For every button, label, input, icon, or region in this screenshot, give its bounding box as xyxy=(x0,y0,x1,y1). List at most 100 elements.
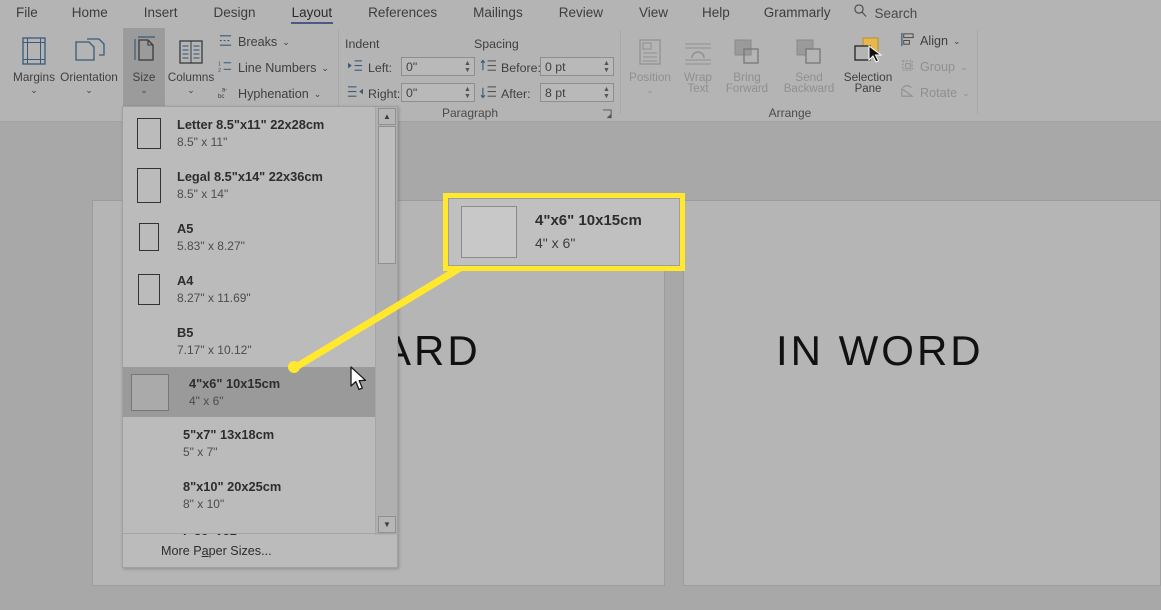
menu-item-title: 4"x6" 10x15cm xyxy=(189,376,280,392)
chevron-down-icon: ⌄ xyxy=(314,89,322,100)
scrollbar-thumb[interactable] xyxy=(378,126,396,264)
menu-item-sub: 7.17" x 10.12" xyxy=(177,342,252,358)
menu-item-a4[interactable]: A4 8.27" x 11.69" xyxy=(123,263,376,315)
callout-title: 4"x6" 10x15cm xyxy=(535,211,642,231)
indent-group-label: Indent xyxy=(345,37,379,51)
tab-help[interactable]: Help xyxy=(694,0,738,26)
tab-references[interactable]: References xyxy=(360,0,445,26)
group-label: Group xyxy=(920,60,955,74)
indent-right-input[interactable]: 0" ▲▼ xyxy=(401,83,475,102)
page-thumb-icon xyxy=(137,168,161,203)
menu-item-sub: 5" x 7" xyxy=(183,444,274,460)
indent-left-value: 0" xyxy=(406,60,417,74)
orientation-button[interactable]: Orientation ⌄ xyxy=(56,28,122,114)
tab-design[interactable]: Design xyxy=(206,0,264,26)
tab-grammarly[interactable]: Grammarly xyxy=(756,0,839,26)
page-thumb-icon xyxy=(138,274,160,305)
more-paper-sizes-button[interactable]: More Paper Sizes... xyxy=(123,533,399,567)
rotate-button[interactable]: Rotate ⌄ xyxy=(900,84,970,102)
menu-item-a5[interactable]: A5 5.83" x 8.27" xyxy=(123,211,376,263)
menu-item-title: A5 xyxy=(177,221,245,237)
more-paper-sizes-accel: a xyxy=(202,544,209,558)
spacing-after-input[interactable]: 8 pt ▲▼ xyxy=(540,83,614,102)
send-backward-button[interactable]: Send Backward xyxy=(778,28,840,114)
indent-left-stepper[interactable]: ▲▼ xyxy=(461,58,474,75)
line-numbers-label: Line Numbers xyxy=(238,61,316,75)
spacing-before-stepper[interactable]: ▲▼ xyxy=(600,58,613,75)
breaks-button[interactable]: Breaks ⌄ xyxy=(218,33,290,51)
arrange-group-label: Arrange xyxy=(730,106,850,120)
group-icon xyxy=(900,58,915,76)
menu-item-b5[interactable]: B5 7.17" x 10.12" xyxy=(123,315,376,367)
chevron-down-icon: ⌄ xyxy=(140,86,148,94)
bring-forward-sublabel: Forward xyxy=(726,85,768,93)
tab-review[interactable]: Review xyxy=(551,0,611,26)
line-numbers-icon: 12 xyxy=(218,59,233,77)
align-button[interactable]: Align ⌄ xyxy=(900,32,961,50)
mouse-cursor-icon xyxy=(350,366,370,399)
chevron-down-icon: ⌄ xyxy=(960,62,968,73)
indent-left-icon xyxy=(348,59,363,78)
size-dropdown-menu[interactable]: Letter 8.5"x11" 22x28cm 8.5" x 11" Legal… xyxy=(122,106,398,568)
indent-left-input[interactable]: 0" ▲▼ xyxy=(401,57,475,76)
menu-item-title: 8"x10" 20x25cm xyxy=(183,479,281,495)
line-numbers-button[interactable]: 12 Line Numbers ⌄ xyxy=(218,59,329,77)
tab-home[interactable]: Home xyxy=(64,0,116,26)
spacing-before-label: Before: xyxy=(501,61,541,75)
selection-pane-sublabel: Pane xyxy=(855,85,882,93)
search-icon xyxy=(853,3,868,23)
chevron-down-icon: ⌄ xyxy=(953,36,961,47)
tab-layout[interactable]: Layout xyxy=(284,0,341,26)
selection-pane-button[interactable]: Selection Pane xyxy=(840,28,896,114)
scroll-down-button[interactable]: ▼ xyxy=(378,516,396,533)
spacing-after-stepper[interactable]: ▲▼ xyxy=(600,84,613,101)
menu-item-sub: 8.5" x 11" xyxy=(177,134,324,150)
position-button[interactable]: Position ⌄ xyxy=(624,28,676,114)
zoom-callout-box: 4"x6" 10x15cm 4" x 6" xyxy=(443,193,685,271)
tab-view[interactable]: View xyxy=(631,0,676,26)
chevron-down-icon: ⌄ xyxy=(646,86,654,94)
menu-item-letter[interactable]: Letter 8.5"x11" 22x28cm 8.5" x 11" xyxy=(123,107,376,159)
menu-item-4x6[interactable]: 4"x6" 10x15cm 4" x 6" xyxy=(123,367,376,417)
align-label: Align xyxy=(920,34,948,48)
columns-label: Columns xyxy=(168,71,215,85)
tab-insert[interactable]: Insert xyxy=(136,0,186,26)
callout-sub: 4" x 6" xyxy=(535,233,642,253)
send-backward-icon xyxy=(794,32,824,66)
size-menu-scrollbar[interactable]: ▲ ▼ xyxy=(375,107,397,535)
menu-item-sub: 5.83" x 8.27" xyxy=(177,238,245,254)
indent-left-label: Left: xyxy=(368,61,392,75)
columns-button[interactable]: Columns ⌄ xyxy=(167,28,215,114)
menu-item-legal[interactable]: Legal 8.5"x14" 22x36cm 8.5" x 14" xyxy=(123,159,376,211)
group-button[interactable]: Group ⌄ xyxy=(900,58,968,76)
spacing-after-icon xyxy=(480,85,497,104)
more-paper-sizes-post: per Sizes... xyxy=(209,544,272,558)
group-divider xyxy=(620,30,621,114)
menu-item-sub: 8" x 10" xyxy=(183,496,281,512)
rotate-icon xyxy=(900,84,915,102)
spacing-before-input[interactable]: 0 pt ▲▼ xyxy=(540,57,614,76)
spacing-group-label: Spacing xyxy=(474,37,519,51)
menu-item-5x7[interactable]: 5"x7" 13x18cm 5" x 7" xyxy=(123,417,376,469)
menu-item-title: 5"x7" 13x18cm xyxy=(183,427,274,443)
paragraph-group-label: Paragraph xyxy=(420,106,520,120)
document-page-right[interactable] xyxy=(683,200,1161,586)
scroll-up-button[interactable]: ▲ xyxy=(378,108,396,125)
chevron-down-icon: ⌄ xyxy=(321,63,329,74)
wrap-text-button[interactable]: Wrap Text xyxy=(674,28,722,114)
hyphenation-button[interactable]: a-bc Hyphenation ⌄ xyxy=(218,85,321,103)
menu-item-8x10[interactable]: 8"x10" 20x25cm 8" x 10" xyxy=(123,469,376,521)
page-right-text: IN WORD xyxy=(776,327,984,375)
size-button[interactable]: Size ⌄ xyxy=(123,28,165,114)
search-box[interactable]: Search xyxy=(839,3,918,23)
breaks-icon xyxy=(218,33,233,51)
tab-file[interactable]: File xyxy=(8,0,46,26)
tab-mailings[interactable]: Mailings xyxy=(465,0,531,26)
bring-forward-button[interactable]: Bring Forward xyxy=(718,28,776,114)
indent-right-stepper[interactable]: ▲▼ xyxy=(461,84,474,101)
size-menu-list[interactable]: Letter 8.5"x11" 22x28cm 8.5" x 11" Legal… xyxy=(123,107,376,535)
svg-text:2: 2 xyxy=(218,68,221,74)
more-paper-sizes-pre: More P xyxy=(161,544,202,558)
hyphenation-label: Hyphenation xyxy=(238,87,309,101)
rotate-label: Rotate xyxy=(920,86,957,100)
